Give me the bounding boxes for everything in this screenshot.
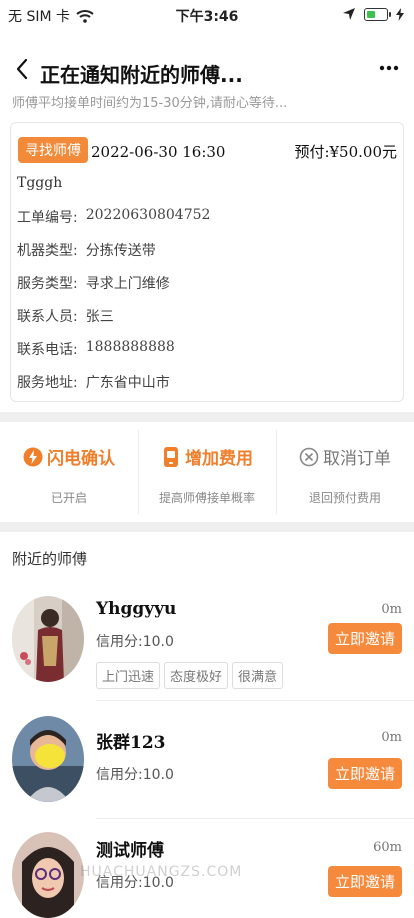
flash-confirm-action[interactable]: 闪电确认 已开启 <box>0 424 138 520</box>
technician-distance: 60m <box>373 840 402 855</box>
order-name: Tgggh <box>17 175 63 191</box>
status-badge: 寻找师傅 <box>18 137 88 163</box>
invite-button[interactable]: 立即邀请 <box>327 758 402 789</box>
invite-button[interactable]: 立即邀请 <box>327 866 402 897</box>
section-separator <box>0 412 414 422</box>
field-label: 服务地址: <box>17 375 78 391</box>
field-contact-person: 联系人员: 张三 <box>17 306 114 326</box>
field-label: 工单编号: <box>17 210 78 226</box>
avatar <box>12 596 84 682</box>
field-value: 1888888888 <box>85 339 175 355</box>
field-label: 联系人员: <box>17 309 78 325</box>
field-value: 广东省中山市 <box>85 375 170 391</box>
battery-icon <box>364 7 391 21</box>
action-label: 闪电确认 <box>47 449 115 469</box>
field-service-address: 服务地址: 广东省中山市 <box>17 372 170 392</box>
order-actions: 闪电确认 已开启 增加费用 提高师傅接单概率 取消订单 退回预付费用 <box>0 424 414 520</box>
charging-bolt-icon <box>396 7 404 21</box>
prepay-amount: 预付:¥50.00元 <box>294 143 397 161</box>
technician-tag: 上门迅速 <box>96 662 161 689</box>
technician-distance: 0m <box>381 602 402 617</box>
status-right <box>342 7 404 21</box>
page-title: 正在通知附近的师傅... <box>40 63 243 87</box>
technician-tag: 态度极好 <box>164 662 229 689</box>
technician-name: Yhggyyu <box>96 599 177 619</box>
field-order-number: 工单编号: 20220630804752 <box>17 207 210 227</box>
field-label: 机器类型: <box>17 243 78 259</box>
cancel-icon <box>299 447 319 466</box>
field-service-type: 服务类型: 寻求上门维修 <box>17 273 170 293</box>
action-label: 增加费用 <box>185 449 253 469</box>
cancel-order-action[interactable]: 取消订单 退回预付费用 <box>276 424 414 520</box>
field-value: 寻求上门维修 <box>85 276 170 292</box>
add-fee-action[interactable]: 增加费用 提高师傅接单概率 <box>138 424 276 520</box>
list-item[interactable]: Yhggyyu 0m 信用分:10.0 立即邀请 上门迅速 态度极好 很满意 <box>0 594 414 704</box>
technician-name: 测试师傅 <box>96 841 164 861</box>
action-sub: 提高师傅接单概率 <box>158 491 255 505</box>
field-value: 20220630804752 <box>85 207 211 223</box>
field-value: 分拣传送带 <box>85 243 156 259</box>
action-label: 取消订单 <box>323 449 391 469</box>
watermark: HUACHUANGZS.COM <box>80 864 243 880</box>
order-time: 2022-06-30 16:30 <box>91 143 226 161</box>
nearby-section-title: 附近的师傅 <box>12 550 88 568</box>
invite-button[interactable]: 立即邀请 <box>327 623 402 654</box>
section-separator <box>0 522 414 532</box>
more-icon[interactable] <box>376 58 402 78</box>
field-value: 张三 <box>85 309 114 325</box>
list-item[interactable]: 张群123 0m 信用分:10.0 立即邀请 <box>0 714 414 814</box>
phone-fee-icon <box>164 446 178 467</box>
back-arrow-icon[interactable] <box>12 56 34 82</box>
technician-tag: 很满意 <box>232 662 284 689</box>
list-item[interactable]: 测试师傅 60m 信用分:10.0 立即邀请 <box>0 826 414 918</box>
technician-tags: 上门迅速 态度极好 很满意 <box>96 662 284 689</box>
list-divider <box>96 818 414 819</box>
lightning-icon <box>23 447 43 466</box>
field-label: 联系电话: <box>17 342 78 358</box>
technician-name: 张群123 <box>96 733 166 753</box>
technician-credit: 信用分:10.0 <box>96 767 174 783</box>
action-sub: 退回预付费用 <box>308 491 381 505</box>
action-sub: 已开启 <box>50 491 87 505</box>
avatar <box>12 716 84 802</box>
technician-credit: 信用分:10.0 <box>96 634 174 650</box>
status-bar: 无 SIM 卡 下午3:46 <box>0 0 414 30</box>
header: 正在通知附近的师傅... <box>0 52 414 92</box>
list-divider <box>96 700 414 701</box>
field-label: 服务类型: <box>17 276 78 292</box>
technician-distance: 0m <box>381 730 402 745</box>
field-contact-phone: 联系电话: 1888888888 <box>17 339 175 359</box>
order-card: 寻找师傅 2022-06-30 16:30 预付:¥50.00元 Tgggh 工… <box>10 122 404 402</box>
location-arrow-icon <box>343 8 355 20</box>
avatar <box>12 832 84 918</box>
page-subtitle: 师傅平均接单时间约为15-30分钟,请耐心等待... <box>12 96 288 111</box>
battery-fill <box>367 10 375 18</box>
field-machine-type: 机器类型: 分拣传送带 <box>17 240 156 260</box>
